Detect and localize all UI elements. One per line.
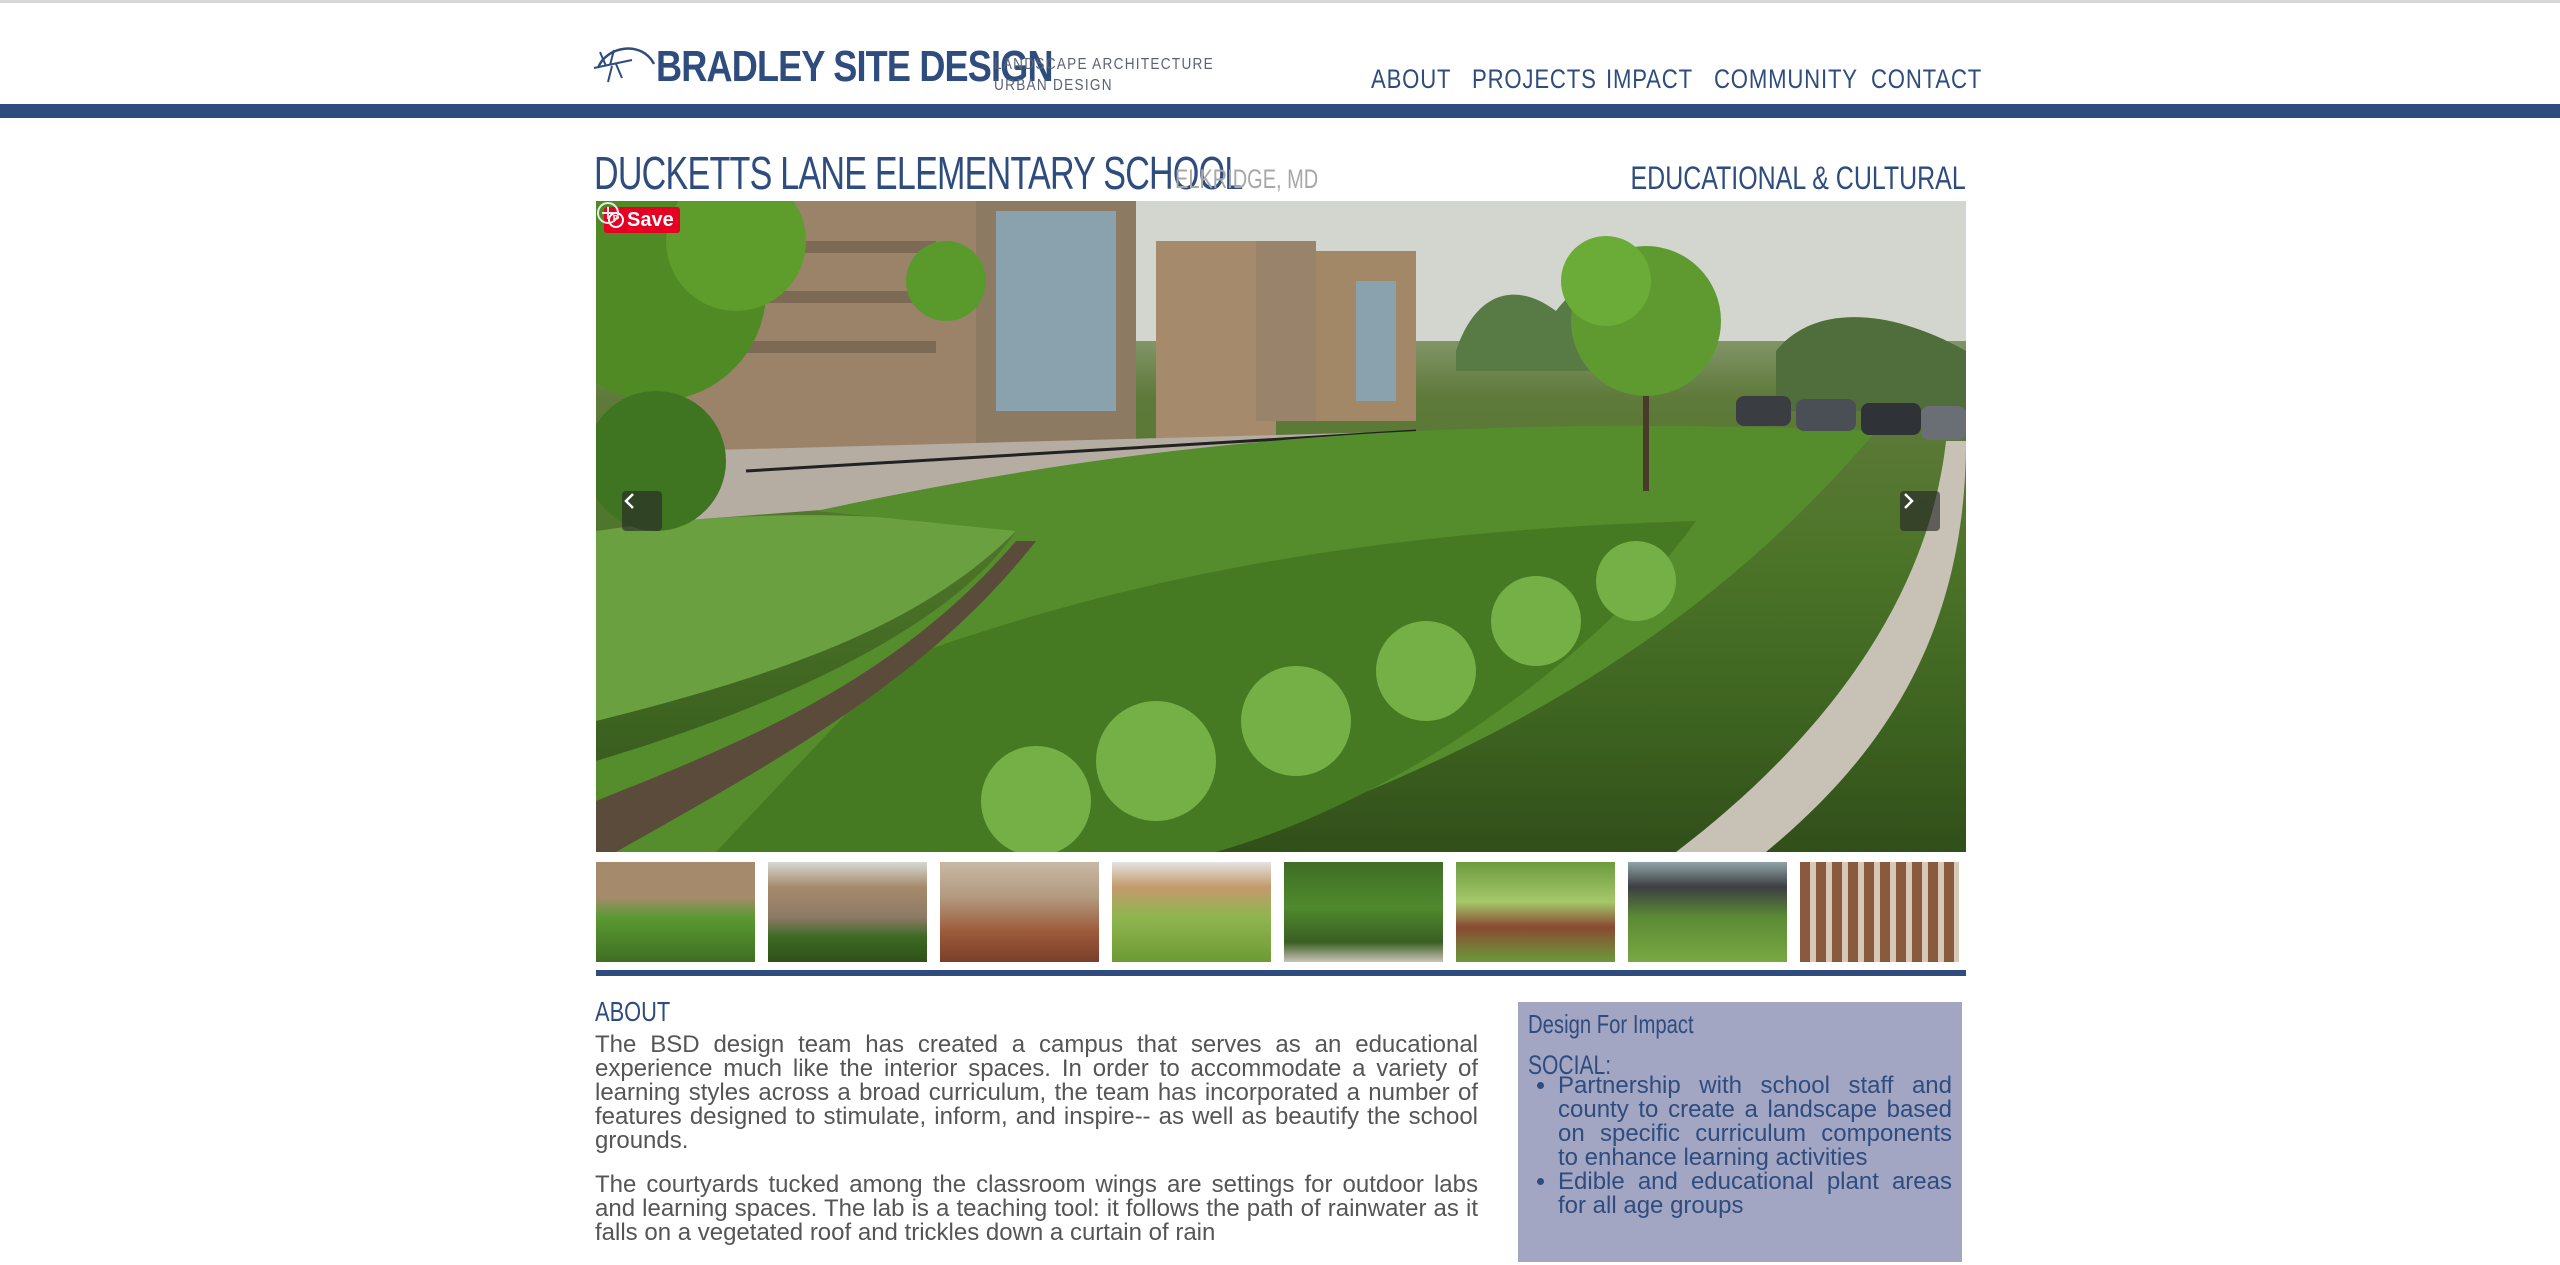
impact-heading: Design For Impact [1528, 1009, 1694, 1039]
thumbnail[interactable] [1456, 862, 1615, 962]
top-border [0, 0, 2560, 3]
site-logo[interactable]: BRADLEY SITE DESIGN LANDSCAPE ARCHITECTU… [592, 36, 1213, 96]
next-slide-button[interactable] [1900, 491, 1940, 531]
design-for-impact-panel: Design For Impact SOCIAL: Partnership wi… [1518, 1002, 1962, 1262]
thumbnail[interactable] [1628, 862, 1787, 962]
nav-about[interactable]: ABOUT [1371, 64, 1451, 95]
thumbnail[interactable] [940, 862, 1099, 962]
about-heading: ABOUT [595, 996, 671, 1027]
previous-slide-button[interactable] [622, 491, 662, 531]
thumbnail-strip [596, 862, 1968, 962]
nav-impact[interactable]: IMPACT [1606, 64, 1693, 95]
main-nav: ABOUT PROJECTS IMPACT COMMUNITY CONTACT [1340, 64, 1981, 98]
header-bar [0, 104, 2560, 118]
impact-item: Partnership with school staff and county… [1558, 1074, 1952, 1170]
thumbnail[interactable] [1112, 862, 1271, 962]
impact-list: Partnership with school staff and county… [1528, 1074, 1952, 1218]
tagline-urban: URBAN DESIGN [994, 77, 1113, 94]
nav-community[interactable]: COMMUNITY [1714, 64, 1858, 95]
about-body: The BSD design team has created a campus… [595, 1033, 1478, 1265]
hero-photo-illustration [596, 201, 1966, 852]
section-divider [596, 970, 1966, 976]
project-category[interactable]: EDUCATIONAL & CULTURAL [1631, 160, 1966, 197]
fullscreen-icon[interactable] [596, 201, 620, 225]
chevron-right-icon [1904, 493, 1914, 509]
about-paragraph: The courtyards tucked among the classroo… [595, 1171, 1478, 1246]
thumbnail[interactable] [1284, 862, 1443, 962]
project-title: DUCKETTS LANE ELEMENTARY SCHOOL [594, 147, 1243, 199]
chevron-left-icon [624, 493, 634, 509]
nav-projects[interactable]: PROJECTS [1472, 64, 1597, 95]
about-paragraph: The BSD design team has created a campus… [595, 1031, 1478, 1154]
save-label: Save [627, 209, 674, 231]
brand-tagline: LANDSCAPE ARCHITECTURE URBAN DESIGN [994, 54, 1214, 96]
project-location: ELKRIDGE, MD [1175, 164, 1319, 194]
thumbnail[interactable] [768, 862, 927, 962]
nav-contact[interactable]: CONTACT [1871, 64, 1982, 95]
thumbnail[interactable] [596, 862, 755, 962]
hero-image[interactable]: P Save [596, 201, 1966, 852]
dragonfly-logo-icon [593, 47, 656, 83]
impact-item: Edible and educational plant areas for a… [1558, 1170, 1952, 1218]
tagline-landscape: LANDSCAPE ARCHITECTURE [994, 56, 1215, 73]
thumbnail[interactable] [1800, 862, 1959, 962]
